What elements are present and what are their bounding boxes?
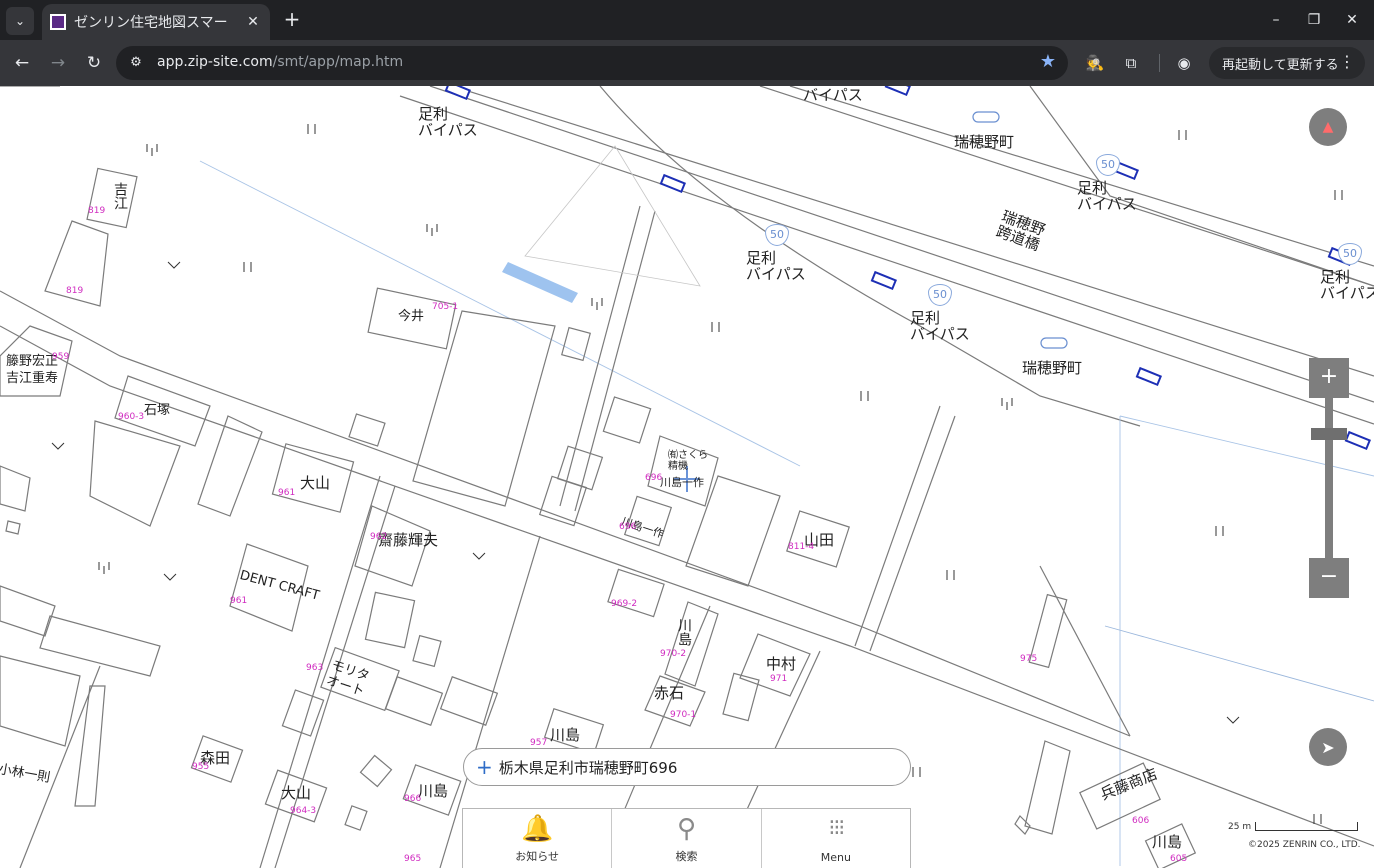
lot-number: 970-2 xyxy=(660,649,687,659)
building-label: 赤石 xyxy=(654,684,685,702)
lot-number: 819 xyxy=(88,206,106,216)
lot-number: 696 xyxy=(645,473,663,483)
lot-number: 606 xyxy=(1132,816,1150,826)
road-label: バイパス xyxy=(803,86,863,104)
puzzle-icon[interactable]: ⧉ xyxy=(1118,50,1144,76)
lot-number: 696 xyxy=(619,522,637,532)
navigation-arrow-icon[interactable]: ➤ xyxy=(1309,728,1347,766)
lot-number: 705-1 xyxy=(432,302,459,312)
zoom-out-button[interactable]: − xyxy=(1309,558,1349,598)
building-label: 今井 xyxy=(398,309,425,324)
building-label: 中村 xyxy=(766,655,797,673)
profile-icon[interactable]: ◉ xyxy=(1171,50,1197,76)
minimize-icon[interactable]: – xyxy=(1264,8,1288,32)
road-label: 足利 バイパス xyxy=(1320,268,1374,302)
lot-number: 605 xyxy=(1170,854,1188,864)
plus-icon: + xyxy=(476,755,493,779)
more-vert-icon[interactable]: ⋮ xyxy=(1339,52,1355,71)
grid-icon: ⁝⁝⁝ xyxy=(828,816,845,841)
arrow-right-icon[interactable]: → xyxy=(45,50,71,76)
restore-icon[interactable]: ❐ xyxy=(1302,8,1326,32)
lot-number: 970-1 xyxy=(670,710,697,720)
notifications-button[interactable]: 🔔 お知らせ xyxy=(463,809,613,868)
lot-number: 965 xyxy=(404,854,422,864)
lot-number: 971 xyxy=(770,674,788,684)
lot-number: 964-3 xyxy=(290,806,317,816)
building-label: ㈲さくら 精機 xyxy=(668,450,708,472)
nav-label: お知らせ xyxy=(515,850,560,863)
lot-number: 969-2 xyxy=(611,599,638,609)
road-label: 足利 バイパス xyxy=(1077,179,1137,213)
menu-button[interactable]: ⁝⁝⁝ Menu xyxy=(762,809,910,868)
scale-bar xyxy=(1255,822,1358,831)
url-host: app.zip-site.com xyxy=(157,54,273,70)
chevron-down-icon[interactable]: ⌄ xyxy=(6,7,34,35)
lot-number: 955 xyxy=(192,762,210,772)
town-label: 瑞穂野町 xyxy=(954,133,1015,151)
reload-icon[interactable]: ↻ xyxy=(81,50,107,76)
building-label: 川島 xyxy=(550,726,581,744)
star-icon[interactable]: ★ xyxy=(1040,51,1056,72)
lot-number: 963 xyxy=(306,663,324,673)
favicon-icon xyxy=(50,14,66,30)
relaunch-label: 再起動して更新する xyxy=(1222,57,1339,73)
tab-strip: ⌄ ゼンリン住宅地図スマー ✕ + – ❐ ✕ xyxy=(0,0,1374,40)
address-bar[interactable]: ⚙ app.zip-site.com/smt/app/map.htm ★ xyxy=(116,46,1068,80)
building-label: 大山 xyxy=(300,474,331,492)
lot-number: 957 xyxy=(530,738,548,748)
zoom-slider-thumb[interactable] xyxy=(1311,428,1347,440)
zoom-slider-track[interactable] xyxy=(1325,398,1333,558)
compass-icon[interactable]: ▲ xyxy=(1309,108,1347,146)
search-icon: ⚲ xyxy=(676,814,697,844)
url-text[interactable]: app.zip-site.com/smt/app/map.htm xyxy=(157,54,403,70)
lot-number: 961 xyxy=(278,488,296,498)
lot-number: 966 xyxy=(404,794,422,804)
nav-label: Menu xyxy=(820,851,851,864)
road-label: 足利 バイパス xyxy=(910,309,970,343)
building-label: 大山 xyxy=(281,784,312,802)
building-label: 吉江 xyxy=(112,182,128,210)
tab-title: ゼンリン住宅地図スマー xyxy=(74,15,228,31)
address-display[interactable]: + 栃木県足利市瑞穂野町696 xyxy=(463,748,911,786)
map-canvas[interactable]: 50 50 50 50 足利 バイパス バイパス 足利 バイパス 足利 バイパス… xyxy=(0,86,1374,868)
url-path: /smt/app/map.htm xyxy=(272,54,404,70)
toolbar-divider xyxy=(1159,54,1160,72)
search-button[interactable]: ⚲ 検索 xyxy=(612,809,762,868)
building-label: 籐野宏正 吉江重寿 xyxy=(6,354,59,386)
lot-number: 819 xyxy=(66,286,84,296)
zoom-in-button[interactable]: + xyxy=(1309,358,1349,398)
building-label: 川島 xyxy=(1152,833,1183,851)
close-icon[interactable]: ✕ xyxy=(244,14,262,30)
lot-number: 961 xyxy=(230,596,248,606)
building-label: 川島 xyxy=(676,618,692,646)
road-label: 足利 バイパス xyxy=(746,249,806,283)
relaunch-button[interactable]: 再起動して更新する ⋮ xyxy=(1209,47,1365,79)
bottom-navigation: 🔔 お知らせ ⚲ 検索 ⁝⁝⁝ Menu xyxy=(462,808,911,868)
road-label: 足利 バイパス xyxy=(418,105,478,139)
lot-number: 811-4 xyxy=(788,542,815,552)
browser-tab-active[interactable]: ゼンリン住宅地図スマー ✕ xyxy=(42,4,270,40)
lot-number: 960-3 xyxy=(118,412,145,422)
plus-icon[interactable]: + xyxy=(280,8,304,32)
lot-number: 959 xyxy=(52,352,70,362)
tune-icon[interactable]: ⚙ xyxy=(126,53,146,73)
building-label: 川島 xyxy=(418,782,449,800)
window-close-icon[interactable]: ✕ xyxy=(1340,8,1364,32)
building-label: 川島一作 xyxy=(660,476,704,489)
scale-label: 25 m xyxy=(1228,822,1252,832)
nav-label: 検索 xyxy=(675,850,698,863)
town-label: 瑞穂野町 xyxy=(1022,359,1083,377)
bell-icon: 🔔 xyxy=(520,814,554,844)
building-label: 石塚 xyxy=(144,403,171,418)
browser-toolbar: ← → ↻ ⚙ app.zip-site.com/smt/app/map.htm… xyxy=(0,40,1374,86)
copyright: ©2025 ZENRIN CO., LTD. xyxy=(1248,840,1361,850)
address-text: 栃木県足利市瑞穂野町696 xyxy=(498,758,678,777)
extension-icon[interactable]: 🕵 xyxy=(1082,50,1108,76)
lot-number: 962 xyxy=(370,532,388,542)
arrow-left-icon[interactable]: ← xyxy=(9,50,35,76)
lot-number: 975 xyxy=(1020,654,1038,664)
